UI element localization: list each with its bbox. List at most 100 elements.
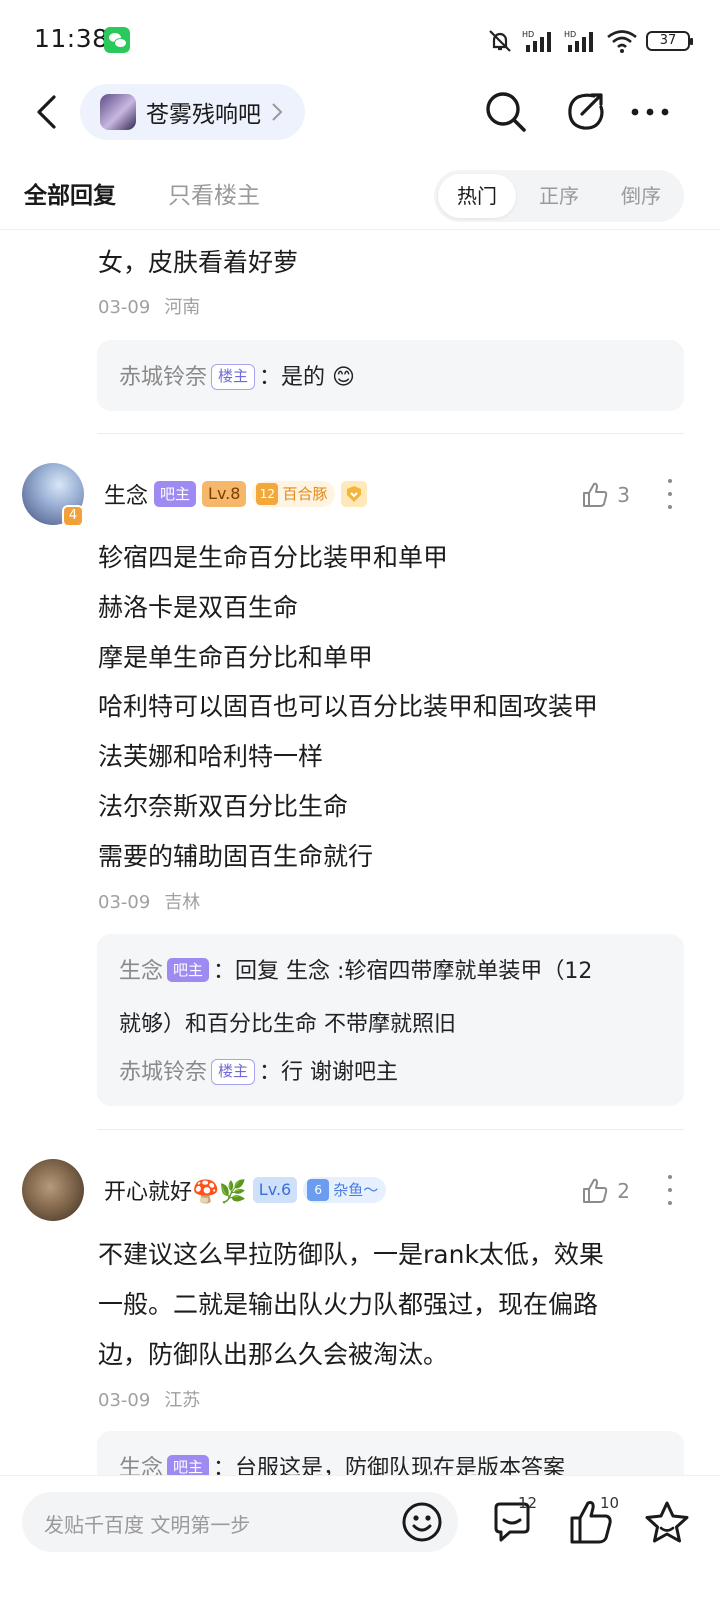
moderator-tag: 吧主 <box>167 1455 210 1475</box>
share-icon <box>568 93 604 130</box>
moderator-tag: 吧主 <box>167 958 210 982</box>
like-button[interactable]: 2 <box>581 1177 630 1205</box>
medal-icon <box>341 481 368 507</box>
post-text-line: 边，防御队出那么久会被淘汰。 <box>98 1340 449 1369</box>
divider <box>97 1129 684 1130</box>
like-count: 10 <box>600 1494 620 1512</box>
forum-chip[interactable]: 苍雾残响吧 <box>80 84 305 140</box>
post-text-line: 需要的辅助固百生命就行 <box>98 842 374 871</box>
sub-reply-author[interactable]: 赤城铃奈 <box>119 1060 207 1085</box>
sort-toggle: 热门 正序 倒序 <box>434 170 684 222</box>
avatar[interactable] <box>22 1159 84 1221</box>
post-text-line: 哈利特可以固百也可以百分比装甲和固攻装甲 <box>98 692 599 721</box>
level-badge: Lv.8 <box>202 481 247 507</box>
mute-icon <box>489 30 511 52</box>
signal-icon: HD <box>522 30 551 52</box>
diamond-icon: 6 <box>307 1179 330 1201</box>
comment-count: 12 <box>518 1494 538 1512</box>
more-button[interactable] <box>626 88 674 136</box>
post-author-row: 生念 吧主 Lv.8 12 百合豚 <box>104 478 368 510</box>
moderator-badge: 吧主 <box>154 481 197 507</box>
like-count: 3 <box>617 483 630 507</box>
back-button[interactable] <box>26 90 66 134</box>
svg-text:HD: HD <box>564 30 576 39</box>
post-text-line: 法尔奈斯双百分比生命 <box>98 792 349 821</box>
reply-list[interactable]: 女，皮肤看着好萝 03-09 河南 赤城铃奈 楼主 ：是的 😊 4 生念 吧主 Lv.… <box>0 231 720 1475</box>
post-meta: 03-09 吉林 <box>98 888 214 914</box>
post-author[interactable]: 生念 <box>104 478 148 510</box>
chevron-right-icon <box>272 103 283 121</box>
sub-reply-continued: 就够）和百分比生命 不带摩就照旧 <box>119 1012 456 1037</box>
battery-icon: 37 <box>646 31 693 51</box>
level-badge: Lv.6 <box>252 1177 298 1203</box>
forum-avatar <box>100 94 136 130</box>
tab-op-only[interactable]: 只看楼主 <box>168 176 260 210</box>
sub-reply-author[interactable]: 生念 <box>119 1456 163 1475</box>
sub-reply[interactable]: 赤城铃奈 楼主 ：行 谢谢吧主 <box>119 1054 398 1086</box>
post-text-line: 女，皮肤看着好萝 <box>98 248 299 277</box>
op-tag: 楼主 <box>211 364 256 390</box>
sub-reply-box[interactable]: 赤城铃奈 楼主 ：是的 😊 <box>97 340 684 411</box>
title-text: 杂鱼～ <box>333 1181 379 1199</box>
bottom-action-bar: 发贴千百度 文明第一步 12 10 <box>0 1475 720 1600</box>
chevron-left-icon <box>37 95 56 129</box>
sub-reply-box[interactable]: 生念 吧主 ：台服这是，防御队现在是版本答案 <box>97 1431 684 1475</box>
reply-filter-bar: 全部回复 只看楼主 热门 正序 倒序 <box>0 160 720 230</box>
status-bar: 11:38 HD HD 37 <box>0 0 720 80</box>
title-badge: 6 杂鱼～ <box>303 1177 387 1203</box>
sub-reply[interactable]: 生念 吧主 ：台服这是，防御队现在是版本答案 <box>119 1450 565 1475</box>
more-horizontal-icon <box>631 108 669 116</box>
diamond-icon: 12 <box>256 483 279 505</box>
post-text-line: 摩是单生命百分比和单甲 <box>98 643 374 672</box>
search-icon <box>486 92 526 132</box>
like-button[interactable]: 3 <box>581 481 630 509</box>
post-author-row: 开心就好🍄🌿 Lv.6 6 杂鱼～ <box>104 1174 387 1206</box>
sub-reply-box[interactable]: 生念 吧主 ：回复 生念 :轸宿四带摩就单装甲（12 就够）和百分比生命 不带摩就照… <box>97 934 684 1106</box>
title-text: 百合豚 <box>282 485 328 503</box>
title-badge: 12 百合豚 <box>252 481 336 507</box>
post-text-line: 赫洛卡是双百生命 <box>98 593 299 622</box>
post-text-line: 轸宿四是生命百分比装甲和单甲 <box>98 543 449 572</box>
wifi-icon <box>607 30 637 53</box>
post-meta: 03-09 河南 <box>98 293 214 319</box>
avatar-level-badge: 4 <box>62 505 84 527</box>
sub-reply[interactable]: 赤城铃奈 楼主 ：是的 😊 <box>119 359 355 391</box>
post-location: 吉林 <box>164 892 201 913</box>
post-date: 03-09 <box>98 1390 151 1411</box>
sub-reply-text: ：台服这是，防御队现在是版本答案 <box>213 1456 566 1475</box>
post-meta: 03-09 江苏 <box>98 1386 214 1412</box>
top-nav: 苍雾残响吧 <box>0 80 720 144</box>
post-location: 江苏 <box>164 1390 201 1411</box>
post-more-button[interactable] <box>668 1175 674 1205</box>
thumbs-up-icon <box>583 1178 608 1203</box>
sub-reply-author[interactable]: 生念 <box>119 959 163 984</box>
svg-text:HD: HD <box>522 30 534 39</box>
post-author[interactable]: 开心就好🍄🌿 <box>104 1174 247 1206</box>
post-date: 03-09 <box>98 892 151 913</box>
post-more-button[interactable] <box>668 479 674 509</box>
sort-ascending[interactable]: 正序 <box>520 174 598 218</box>
status-time: 11:38 <box>34 24 109 53</box>
like-count: 2 <box>617 1179 630 1203</box>
search-button[interactable] <box>482 88 530 136</box>
thumbs-up-icon <box>583 482 608 507</box>
post-text-line: 一般。二就是输出队火力队都强过，现在偏路 <box>98 1290 599 1319</box>
sub-reply[interactable]: 生念 吧主 ：回复 生念 :轸宿四带摩就单装甲（12 <box>119 953 592 985</box>
sub-reply-text: ：是的 😊 <box>259 365 355 390</box>
sub-reply-author[interactable]: 赤城铃奈 <box>119 365 207 390</box>
star-icon[interactable] <box>642 1498 692 1548</box>
status-indicators: HD HD 37 <box>486 26 693 56</box>
reply-placeholder: 发贴千百度 文明第一步 <box>44 1513 251 1537</box>
tab-all-replies[interactable]: 全部回复 <box>24 176 116 210</box>
sub-reply-text: ：行 谢谢吧主 <box>259 1060 399 1085</box>
divider <box>97 433 684 434</box>
share-button[interactable] <box>562 88 610 136</box>
reply-input[interactable]: 发贴千百度 文明第一步 <box>22 1492 458 1552</box>
post-text-line: 不建议这么早拉防御队，一是rank太低，效果 <box>98 1240 604 1269</box>
sub-reply-text: ：回复 生念 :轸宿四带摩就单装甲（12 <box>213 959 593 984</box>
post-text-line: 法芙娜和哈利特一样 <box>98 742 324 771</box>
op-tag: 楼主 <box>211 1059 256 1085</box>
emoji-icon[interactable] <box>400 1500 444 1544</box>
sort-descending[interactable]: 倒序 <box>602 174 680 218</box>
sort-hot[interactable]: 热门 <box>438 174 516 218</box>
